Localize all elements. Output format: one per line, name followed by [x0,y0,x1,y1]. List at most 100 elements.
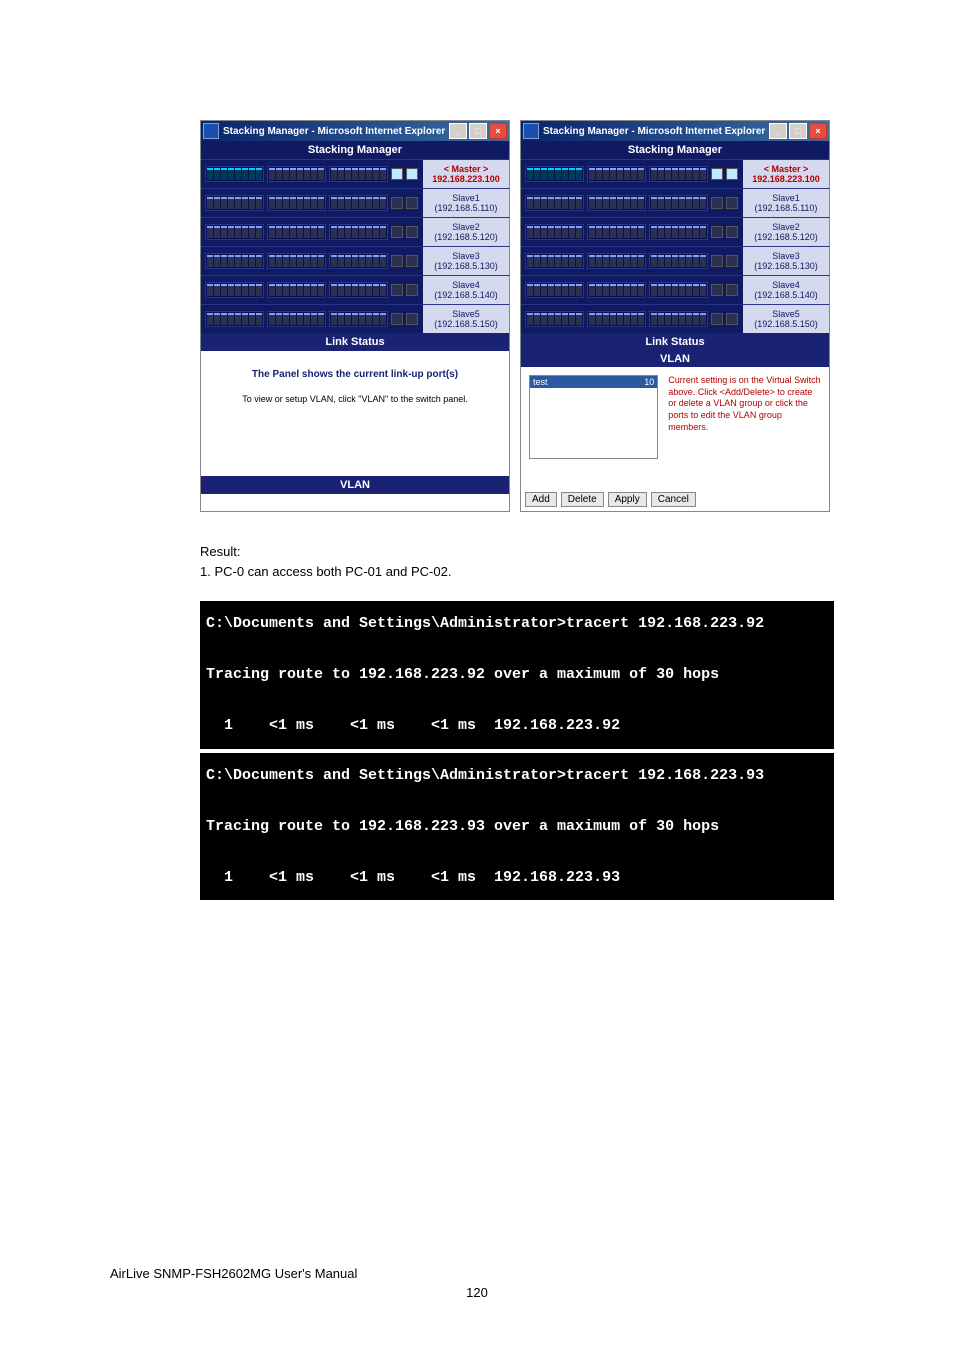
port[interactable] [541,168,547,180]
port[interactable] [589,255,595,267]
port[interactable] [534,197,540,209]
port[interactable] [366,197,372,209]
port[interactable] [651,197,657,209]
port[interactable] [576,284,582,296]
port[interactable] [665,313,671,325]
port-group[interactable] [205,224,264,240]
slave-label[interactable]: Slave5(192.168.5.150) [422,305,509,333]
port[interactable] [596,226,602,238]
port-group[interactable] [649,253,708,269]
port[interactable] [297,226,303,238]
switch-panel[interactable] [201,276,422,304]
port[interactable] [214,197,220,209]
port[interactable] [373,168,379,180]
port[interactable] [679,255,685,267]
port-group[interactable] [267,253,326,269]
switch-panel[interactable] [521,305,742,333]
switch-panel[interactable] [201,160,422,188]
port[interactable] [541,313,547,325]
port[interactable] [235,197,241,209]
port[interactable] [366,284,372,296]
port[interactable] [658,197,664,209]
port[interactable] [318,255,324,267]
port[interactable] [548,197,554,209]
port[interactable] [331,226,337,238]
port[interactable] [311,226,317,238]
port[interactable] [555,313,561,325]
port[interactable] [242,313,248,325]
port[interactable] [555,284,561,296]
port[interactable] [214,313,220,325]
slave-label[interactable]: Slave2(192.168.5.120) [742,218,829,246]
port[interactable] [603,197,609,209]
port[interactable] [665,284,671,296]
port[interactable] [228,255,234,267]
port[interactable] [345,284,351,296]
port[interactable] [221,197,227,209]
port[interactable] [380,313,386,325]
port[interactable] [249,226,255,238]
port[interactable] [548,226,554,238]
port-group[interactable] [649,166,708,182]
slave-label[interactable]: Slave3(192.168.5.130) [742,247,829,275]
port[interactable] [242,255,248,267]
port[interactable] [359,226,365,238]
port[interactable] [249,313,255,325]
slave-label[interactable]: Slave2(192.168.5.120) [422,218,509,246]
port[interactable] [534,168,540,180]
port[interactable] [596,313,602,325]
port-group[interactable] [525,253,584,269]
port[interactable] [207,255,213,267]
slave-label[interactable]: Slave4(192.168.5.140) [422,276,509,304]
port[interactable] [672,168,678,180]
port[interactable] [596,255,602,267]
port[interactable] [589,313,595,325]
port[interactable] [318,226,324,238]
port[interactable] [249,168,255,180]
port[interactable] [331,168,337,180]
switch-panel[interactable] [201,247,422,275]
port[interactable] [345,197,351,209]
port[interactable] [352,313,358,325]
port[interactable] [527,313,533,325]
uplink-port-2[interactable] [406,168,418,180]
port[interactable] [352,197,358,209]
port[interactable] [693,255,699,267]
port[interactable] [380,284,386,296]
uplink-port-1[interactable] [711,168,723,180]
port[interactable] [638,197,644,209]
port[interactable] [221,255,227,267]
port[interactable] [665,168,671,180]
port[interactable] [283,255,289,267]
port[interactable] [617,226,623,238]
port[interactable] [256,255,262,267]
port-group[interactable] [205,282,264,298]
port[interactable] [331,197,337,209]
port[interactable] [373,197,379,209]
port[interactable] [373,226,379,238]
port[interactable] [290,226,296,238]
port[interactable] [345,168,351,180]
port[interactable] [214,284,220,296]
switch-panel[interactable] [201,305,422,333]
port[interactable] [589,284,595,296]
port[interactable] [562,255,568,267]
port-group[interactable] [587,195,646,211]
switch-panel[interactable] [521,160,742,188]
port[interactable] [345,313,351,325]
port[interactable] [290,284,296,296]
port-group[interactable] [587,224,646,240]
port[interactable] [624,168,630,180]
port[interactable] [269,168,275,180]
port[interactable] [235,255,241,267]
switch-panel[interactable] [521,218,742,246]
port[interactable] [242,226,248,238]
port[interactable] [256,284,262,296]
port[interactable] [624,226,630,238]
port[interactable] [534,226,540,238]
uplink-port-1[interactable] [391,313,403,325]
port[interactable] [249,284,255,296]
port[interactable] [380,168,386,180]
port[interactable] [228,313,234,325]
port[interactable] [651,313,657,325]
